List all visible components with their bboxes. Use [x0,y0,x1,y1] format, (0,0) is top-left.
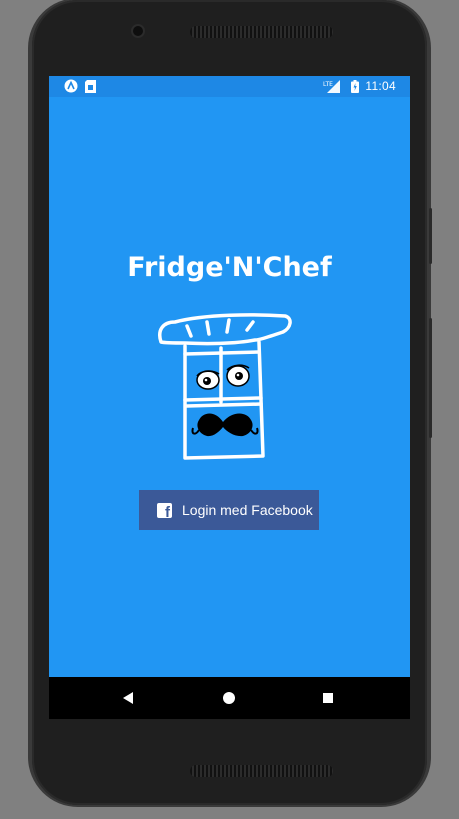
svg-text:LTE: LTE [323,81,333,88]
signal-icon: LTE [323,79,341,93]
app-screen: LTE 11:04 Fridge'N'Chef f Login med Face… [49,76,410,719]
facebook-icon [157,502,172,518]
status-bar: LTE 11:04 [49,76,410,97]
bottom-speaker [190,765,333,777]
battery-icon [351,79,360,93]
navigation-bar [49,677,410,719]
recents-icon[interactable] [323,693,333,703]
back-icon[interactable] [123,692,133,704]
top-speaker [190,26,333,38]
fridge-chef-mascot-icon [158,313,292,460]
app-title: Fridge'N'Chef [127,252,332,283]
front-camera [133,26,143,36]
volume-button [429,318,432,438]
clock: 11:04 [365,79,396,93]
facebook-login-label: Login med Facebook [182,502,313,518]
power-button [429,208,432,264]
app-notification-icon [64,79,78,93]
home-icon[interactable] [223,692,235,704]
sim-icon [85,79,96,93]
facebook-login-button[interactable]: Login med Facebook [139,490,319,530]
